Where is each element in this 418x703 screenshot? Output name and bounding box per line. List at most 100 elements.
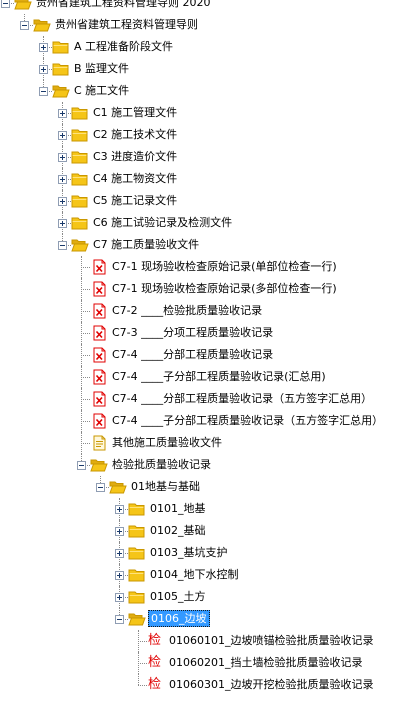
tree-node-label[interactable]: B 监理文件 xyxy=(72,61,131,76)
expand-toggle-icon[interactable] xyxy=(39,65,48,74)
tree-row[interactable]: C7-4 ____子分部工程质量验收记录(汇总用) xyxy=(0,366,418,388)
expand-toggle-icon[interactable] xyxy=(58,131,67,140)
folder-open-icon xyxy=(71,237,89,253)
tree-node-label[interactable]: 贵州省建筑工程资料管理导则 xyxy=(53,17,200,32)
collapse-toggle-icon[interactable] xyxy=(96,483,105,492)
tree-node-label[interactable]: 01060101_边坡喷锚检验批质量验收记录 xyxy=(167,633,376,648)
tree-row[interactable]: 检 01060301_边坡开挖检验批质量验收记录 xyxy=(0,674,418,696)
tree-row[interactable]: 检 01060201_挡土墙检验批质量验收记录 xyxy=(0,652,418,674)
folder-icon xyxy=(128,589,146,605)
tree-node-label[interactable]: C5 施工记录文件 xyxy=(91,193,179,208)
expand-toggle-icon[interactable] xyxy=(58,197,67,206)
tree-row[interactable]: 0101_地基 xyxy=(0,498,418,520)
tree-row[interactable]: C7-1 现场验收检查原始记录(多部位检查一行) xyxy=(0,278,418,300)
expand-toggle-icon[interactable] xyxy=(115,571,124,580)
tree-node-label[interactable]: 0102_基础 xyxy=(148,523,208,538)
tree-node-label[interactable]: 01地基与基础 xyxy=(129,479,202,494)
tree-node-label[interactable]: C4 施工物资文件 xyxy=(91,171,179,186)
tree-node-label[interactable]: C7-2 ____检验批质量验收记录 xyxy=(110,303,264,318)
excel-file-icon xyxy=(90,325,108,341)
tree-node-label[interactable]: 0101_地基 xyxy=(148,501,208,516)
tree-node-label-selected[interactable]: 0106_边坡 xyxy=(148,610,210,627)
folder-icon xyxy=(71,105,89,121)
tree-row[interactable]: C6 施工试验记录及检测文件 xyxy=(0,212,418,234)
tree-row[interactable]: 贵州省建筑工程资料管理导则 xyxy=(0,14,418,36)
tree-row[interactable]: 检 01060101_边坡喷锚检验批质量验收记录 xyxy=(0,630,418,652)
tree-node-label[interactable]: C7-4 ____子分部工程质量验收记录（五方签字汇总用） xyxy=(110,413,385,428)
expand-toggle-icon[interactable] xyxy=(39,43,48,52)
tree-node-label[interactable]: 其他施工质量验收文件 xyxy=(110,435,224,450)
tree-node-label[interactable]: C2 施工技术文件 xyxy=(91,127,179,142)
tree-node-label[interactable]: C 施工文件 xyxy=(72,83,131,98)
tree-node-label[interactable]: 01060201_挡土墙检验批质量验收记录 xyxy=(167,655,365,670)
tree-node-label[interactable]: 0104_地下水控制 xyxy=(148,567,241,582)
tree-row[interactable]: C7-1 现场验收检查原始记录(单部位检查一行) xyxy=(0,256,418,278)
expand-toggle-icon[interactable] xyxy=(58,153,67,162)
tree-row[interactable]: C 施工文件 xyxy=(0,80,418,102)
tree-row[interactable]: 01地基与基础 xyxy=(0,476,418,498)
tree-node-label[interactable]: C7-3 ____分项工程质量验收记录 xyxy=(110,325,275,340)
tree-row[interactable]: 0106_边坡 xyxy=(0,608,418,630)
tree-node-label[interactable]: C7 施工质量验收文件 xyxy=(91,237,201,252)
folder-icon xyxy=(128,501,146,517)
tree-row[interactable]: 0103_基坑支护 xyxy=(0,542,418,564)
tree-row[interactable]: 其他施工质量验收文件 xyxy=(0,432,418,454)
expand-toggle-icon[interactable] xyxy=(115,549,124,558)
tree-row[interactable]: C7-2 ____检验批质量验收记录 xyxy=(0,300,418,322)
tree-guide-line xyxy=(138,685,147,686)
tree-node-label[interactable]: C6 施工试验记录及检测文件 xyxy=(91,215,234,230)
tree-node-label[interactable]: C7-4 ____分部工程质量验收记录 xyxy=(110,347,275,362)
tree-guide-line xyxy=(81,421,90,422)
expand-toggle-icon[interactable] xyxy=(58,109,67,118)
excel-file-icon xyxy=(90,413,108,429)
excel-file-icon xyxy=(90,347,108,363)
tree-row[interactable]: B 监理文件 xyxy=(0,58,418,80)
tree-row[interactable]: C7-4 ____子分部工程质量验收记录（五方签字汇总用） xyxy=(0,410,418,432)
collapse-toggle-icon[interactable] xyxy=(1,0,10,8)
expand-toggle-icon[interactable] xyxy=(58,175,67,184)
expand-toggle-icon[interactable] xyxy=(115,593,124,602)
collapse-toggle-icon[interactable] xyxy=(20,21,29,30)
tree-row[interactable]: C7-3 ____分项工程质量验收记录 xyxy=(0,322,418,344)
tree-guide-line xyxy=(81,289,90,290)
collapse-toggle-icon[interactable] xyxy=(115,615,124,624)
tree-row[interactable]: A 工程准备阶段文件 xyxy=(0,36,418,58)
tree-row[interactable]: C1 施工管理文件 xyxy=(0,102,418,124)
folder-open-icon xyxy=(109,479,127,495)
tree-row[interactable]: 0105_土方 xyxy=(0,586,418,608)
tree-node-label[interactable]: 0105_土方 xyxy=(148,589,208,604)
tree-row[interactable]: C5 施工记录文件 xyxy=(0,190,418,212)
tree-row[interactable]: C7-4 ____分部工程质量验收记录（五方签字汇总用） xyxy=(0,388,418,410)
expand-toggle-icon[interactable] xyxy=(58,219,67,228)
tree-row[interactable]: C3 进度造价文件 xyxy=(0,146,418,168)
tree-node-label[interactable]: C3 进度造价文件 xyxy=(91,149,179,164)
tree-node-label[interactable]: C7-1 现场验收检查原始记录(多部位检查一行) xyxy=(110,281,339,296)
tree-row[interactable]: C4 施工物资文件 xyxy=(0,168,418,190)
tree-row[interactable]: 贵州省建筑工程资料管理导则 2020 xyxy=(0,0,418,14)
expand-toggle-icon[interactable] xyxy=(115,505,124,514)
tree-node-label[interactable]: C7-1 现场验收检查原始记录(单部位检查一行) xyxy=(110,259,339,274)
tree-guide-line xyxy=(138,641,147,642)
tree-row[interactable]: C7-4 ____分部工程质量验收记录 xyxy=(0,344,418,366)
tree-row[interactable]: 0104_地下水控制 xyxy=(0,564,418,586)
tree-node-label[interactable]: C1 施工管理文件 xyxy=(91,105,179,120)
tree-node-label[interactable]: 0103_基坑支护 xyxy=(148,545,230,560)
tree-node-label[interactable]: 贵州省建筑工程资料管理导则 2020 xyxy=(34,0,213,10)
tree-node-label[interactable]: A 工程准备阶段文件 xyxy=(72,39,175,54)
excel-file-icon xyxy=(90,303,108,319)
tree-row[interactable]: 0102_基础 xyxy=(0,520,418,542)
tree-row[interactable]: 检验批质量验收记录 xyxy=(0,454,418,476)
tree-node-label[interactable]: 检验批质量验收记录 xyxy=(110,457,213,472)
folder-icon xyxy=(128,545,146,561)
collapse-toggle-icon[interactable] xyxy=(77,461,86,470)
expand-toggle-icon[interactable] xyxy=(115,527,124,536)
tree-node-label[interactable]: 01060301_边坡开挖检验批质量验收记录 xyxy=(167,677,376,692)
document-icon xyxy=(90,435,108,451)
tree-row[interactable]: C2 施工技术文件 xyxy=(0,124,418,146)
tree-node-label[interactable]: C7-4 ____子分部工程质量验收记录(汇总用) xyxy=(110,369,328,384)
tree-row[interactable]: C7 施工质量验收文件 xyxy=(0,234,418,256)
tree-node-label[interactable]: C7-4 ____分部工程质量验收记录（五方签字汇总用） xyxy=(110,391,374,406)
collapse-toggle-icon[interactable] xyxy=(39,87,48,96)
collapse-toggle-icon[interactable] xyxy=(58,241,67,250)
tree-guide-line xyxy=(81,355,90,356)
